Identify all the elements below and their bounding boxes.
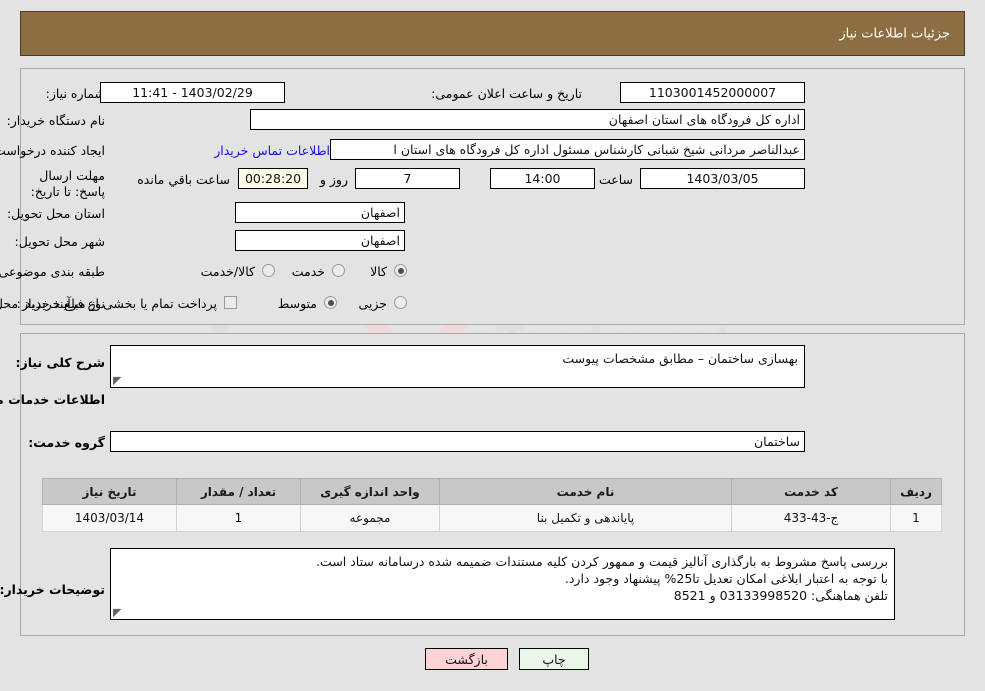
radio-category-khedmat[interactable] <box>332 264 345 277</box>
delivery-city-value[interactable]: اصفهان <box>235 230 405 251</box>
radio-category-kala-label: کالا <box>370 264 387 279</box>
delivery-province-label: استان محل تحویل: <box>6 206 105 221</box>
print-button[interactable]: چاپ <box>519 648 589 670</box>
radio-category-khedmat-label: خدمت <box>291 264 325 279</box>
countdown-label: ساعت باقي مانده <box>137 172 230 187</box>
radio-process-jozei[interactable] <box>394 296 407 309</box>
buyer-org-value[interactable]: اداره کل فرودگاه های استان اصفهان <box>250 109 805 130</box>
page-header-bar: جزئیات اطلاعات نیاز <box>20 11 965 56</box>
request-creator-value[interactable]: عبدالناصر مردانی شیخ شبانی کارشناس مسئول… <box>330 139 805 160</box>
treasury-bonds-checkbox[interactable] <box>224 296 237 309</box>
service-group-value[interactable]: ساختمان <box>110 431 805 452</box>
need-number-label: شماره نیاز: <box>45 86 105 101</box>
column-header-index: ردیف <box>890 478 942 505</box>
deadline-label: مهلت ارسال پاسخ: تا تاریخ: <box>30 168 105 199</box>
need-info-panel <box>20 68 965 325</box>
public-announce-label: تاریخ و ساعت اعلان عمومی: <box>431 86 582 101</box>
services-section-heading: اطلاعات خدمات مورد نیاز <box>0 392 105 407</box>
deadline-hour-label: ساعت <box>598 172 633 187</box>
buyer-contact-link[interactable]: اطلاعات تماس خریدار <box>214 143 330 158</box>
request-creator-label: ایجاد کننده درخواست: <box>0 143 105 158</box>
column-header-service-code: کد خدمت <box>731 478 891 505</box>
resize-grip-icon[interactable]: ◥ <box>113 606 123 619</box>
radio-category-kala-khedmat-label: کالا/خدمت <box>200 264 255 279</box>
radio-process-motavaset[interactable] <box>324 296 337 309</box>
need-summary-label: شرح کلی نیاز: <box>15 355 105 370</box>
delivery-city-label: شهر محل تحویل: <box>14 234 105 249</box>
back-button[interactable]: بازگشت <box>425 648 508 670</box>
need-summary-textarea[interactable]: بهسازی ساختمان – مطابق مشخصات پیوست ◥ <box>110 345 805 388</box>
radio-category-kala[interactable] <box>394 264 407 277</box>
public-announce-value[interactable]: 1403/02/29 - 11:41 <box>100 82 285 103</box>
cell-quantity: 1 <box>176 504 301 532</box>
remaining-days-value[interactable]: 7 <box>355 168 460 189</box>
deadline-date-value[interactable]: 1403/03/05 <box>640 168 805 189</box>
buyer-notes-line-1: بررسی پاسخ مشروط به بارگذاری آنالیز قیمت… <box>316 554 888 569</box>
radio-category-kala-khedmat[interactable] <box>262 264 275 277</box>
need-number-value[interactable]: 1103001452000007 <box>620 82 805 103</box>
buyer-notes-line-3: تلفن هماهنگی: 03133998520 و 8521 <box>673 588 888 603</box>
remaining-days-label: روز و <box>319 172 348 187</box>
cell-need-date: 1403/03/14 <box>42 504 177 532</box>
resize-grip-icon[interactable]: ◥ <box>113 374 123 387</box>
deadline-time-value[interactable]: 14:00 <box>490 168 595 189</box>
cell-index: 1 <box>890 504 942 532</box>
buyer-notes-textarea[interactable]: بررسی پاسخ مشروط به بارگذاری آنالیز قیمت… <box>110 548 895 620</box>
table-row[interactable]: 1 ج-43-433 پایاندهی و تکمیل بنا مجموعه 1… <box>42 504 942 532</box>
services-table: ردیف کد خدمت نام خدمت واحد اندازه گیری ت… <box>42 478 942 532</box>
column-header-unit: واحد اندازه گیری <box>300 478 440 505</box>
service-group-label: گروه خدمت: <box>28 435 105 450</box>
table-header-row: ردیف کد خدمت نام خدمت واحد اندازه گیری ت… <box>42 478 942 505</box>
buyer-org-label: نام دستگاه خریدار: <box>6 113 105 128</box>
need-summary-text: بهسازی ساختمان – مطابق مشخصات پیوست <box>562 351 798 366</box>
page-root: Ar aTender.net جزئیات اطلاعات نیاز شماره… <box>0 0 985 691</box>
cell-service-code: ج-43-433 <box>731 504 891 532</box>
column-header-quantity: تعداد / مقدار <box>176 478 301 505</box>
cell-unit: مجموعه <box>300 504 440 532</box>
delivery-province-value[interactable]: اصفهان <box>235 202 405 223</box>
column-header-need-date: تاریخ نیاز <box>42 478 177 505</box>
subject-category-label: طبقه بندی موضوعی: <box>0 264 105 279</box>
treasury-bonds-label: پرداخت تمام یا بخشی از مبلغ خرید،از محل … <box>0 296 217 311</box>
column-header-service-name: نام خدمت <box>439 478 732 505</box>
buyer-notes-line-2: با توجه به اعتبار ابلاغی امکان تعدیل تا2… <box>564 571 888 586</box>
buyer-notes-label: توضیحات خریدار: <box>0 582 105 597</box>
page-title: جزئیات اطلاعات نیاز <box>839 26 950 41</box>
radio-process-motavaset-label: متوسط <box>277 296 317 311</box>
radio-process-jozei-label: جزیی <box>358 296 387 311</box>
countdown-timer: 00:28:20 <box>238 168 308 189</box>
cell-service-name: پایاندهی و تکمیل بنا <box>439 504 732 532</box>
